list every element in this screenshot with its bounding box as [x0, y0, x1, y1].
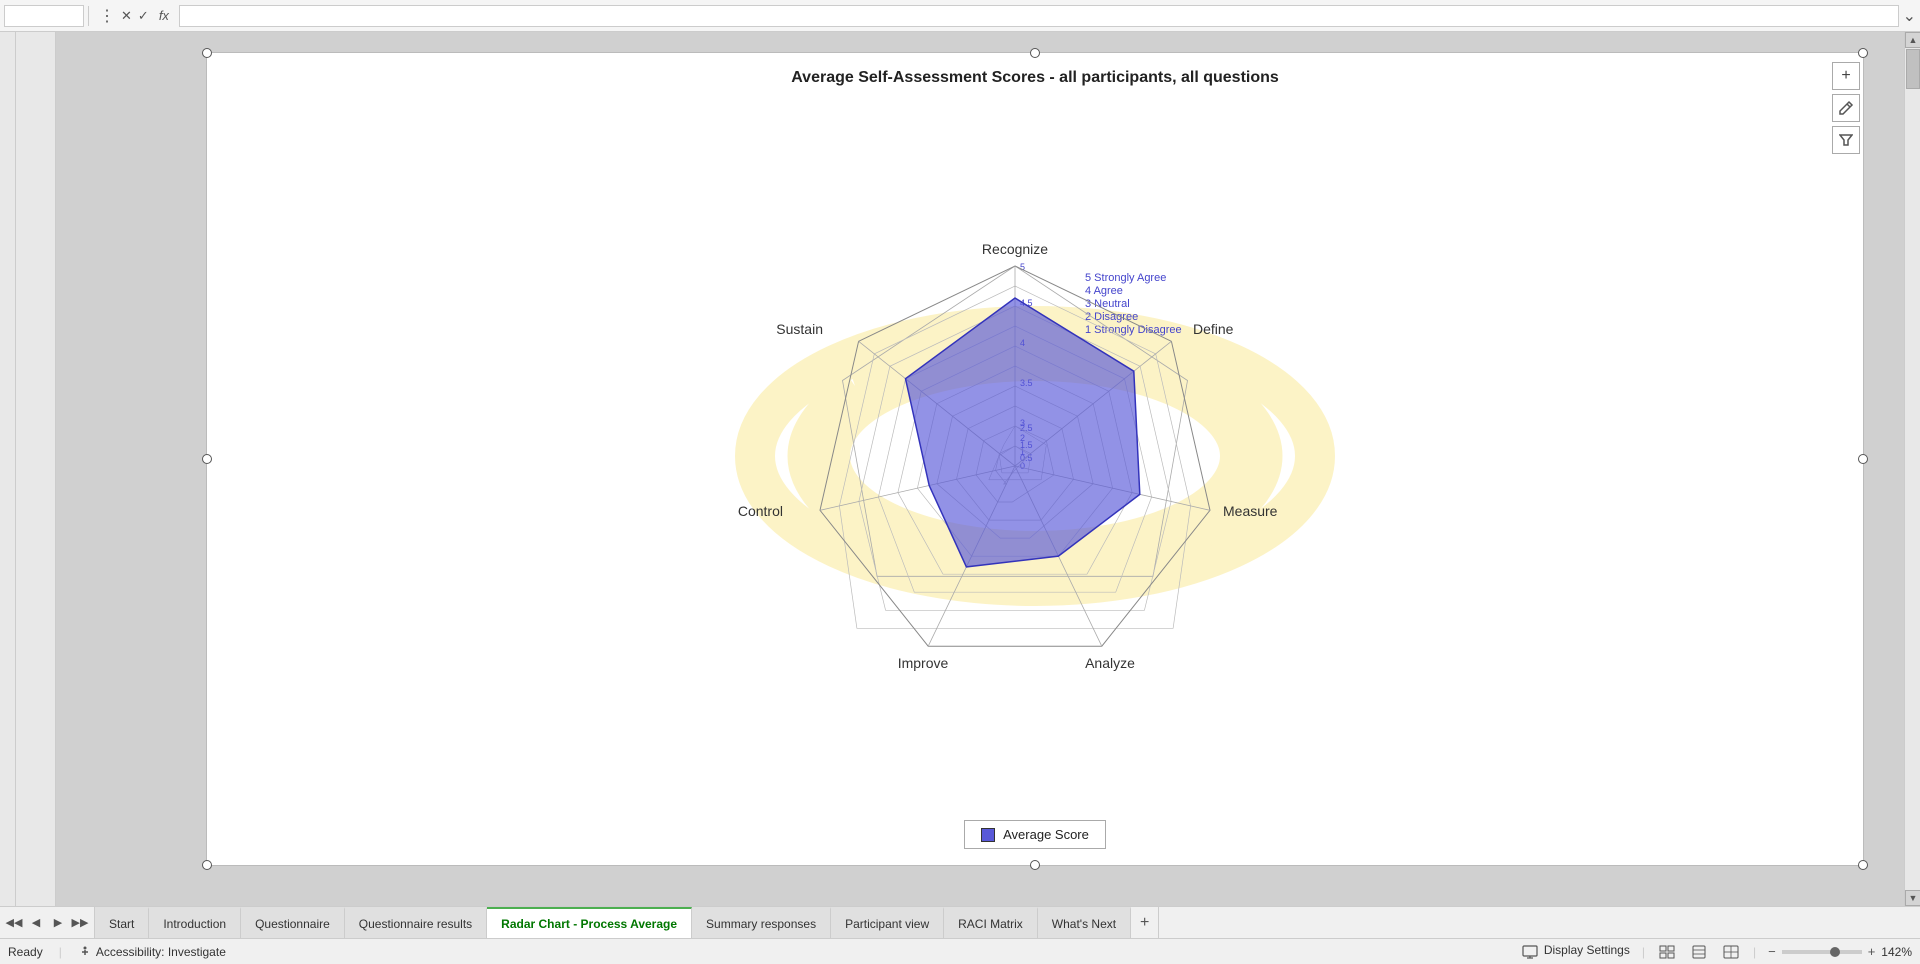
- table-icon: [1723, 945, 1739, 959]
- tab-questionnaire[interactable]: Questionnaire: [241, 907, 345, 938]
- tab-summary-responses[interactable]: Summary responses: [692, 907, 831, 938]
- status-right: Display Settings | |: [1520, 943, 1912, 961]
- tab-questionnaire-results[interactable]: Questionnaire results: [345, 907, 487, 938]
- cancel-formula-button[interactable]: ✕: [121, 8, 132, 24]
- svg-text:Improve: Improve: [898, 655, 949, 671]
- status-ready-label: Ready: [8, 945, 43, 959]
- display-settings-icon[interactable]: [1520, 943, 1540, 961]
- zoom-control[interactable]: − + 142%: [1768, 944, 1912, 959]
- monitor-icon: [1522, 945, 1538, 959]
- cell-reference-input[interactable]: [4, 5, 84, 27]
- svg-text:Analyze: Analyze: [1085, 655, 1135, 671]
- display-settings-label: Display Settings: [1544, 943, 1630, 961]
- zoom-level: 142%: [1881, 945, 1912, 959]
- status-accessibility[interactable]: Accessibility: Investigate: [78, 945, 226, 959]
- svg-text:Control: Control: [738, 503, 783, 519]
- expand-formula-button[interactable]: ⌄: [1903, 6, 1916, 26]
- formula-input[interactable]: [179, 5, 1899, 27]
- svg-text:1 Strongly Disagree: 1 Strongly Disagree: [1085, 324, 1182, 336]
- pen-icon: [1838, 100, 1854, 116]
- page-layout-view-button[interactable]: [1689, 943, 1709, 961]
- zoom-slider[interactable]: [1782, 950, 1862, 954]
- svg-text:Define: Define: [1193, 321, 1234, 337]
- right-scrollbar[interactable]: ▲ ▼: [1904, 32, 1920, 906]
- fx-label: fx: [159, 8, 169, 23]
- page-icon: [1691, 945, 1707, 959]
- scroll-up-button[interactable]: ▲: [1905, 32, 1920, 48]
- sheet-nav-next-end[interactable]: ▶▶: [70, 913, 90, 933]
- view-mode-icons: Display Settings: [1520, 943, 1630, 961]
- chart-inner: Average Self-Assessment Scores - all par…: [207, 53, 1863, 865]
- svg-text:3 Neutral: 3 Neutral: [1085, 298, 1130, 310]
- chart-filter-button[interactable]: [1832, 126, 1860, 154]
- tab-start[interactable]: Start: [95, 907, 149, 938]
- scroll-track: [1905, 48, 1920, 890]
- sheet-tabs-area: ◀◀ ◀ ▶ ▶▶ Start Introduction Questionnai…: [0, 906, 1920, 938]
- svg-text:Recognize: Recognize: [982, 241, 1048, 257]
- svg-text:5 Strongly Agree: 5 Strongly Agree: [1085, 272, 1166, 284]
- zoom-in-button[interactable]: +: [1868, 944, 1876, 959]
- filter-icon: [1839, 133, 1853, 147]
- svg-text:Measure: Measure: [1223, 503, 1278, 519]
- zoom-out-button[interactable]: −: [1768, 944, 1776, 959]
- scroll-down-button[interactable]: ▼: [1905, 890, 1920, 906]
- chart-container[interactable]: Average Self-Assessment Scores - all par…: [206, 52, 1864, 866]
- grid-icon: [1659, 945, 1675, 959]
- tab-introduction[interactable]: Introduction: [149, 907, 241, 938]
- radar-chart-svg: 5 Strongly Agree 4 Agree 3 Neutral 2 Dis…: [695, 176, 1375, 736]
- tab-participant-view[interactable]: Participant view: [831, 907, 944, 938]
- sheet-nav-prev-start[interactable]: ◀◀: [4, 913, 24, 933]
- spreadsheet-area: Average Self-Assessment Scores - all par…: [16, 32, 1904, 906]
- chart-style-button[interactable]: [1832, 94, 1860, 122]
- chart-title: Average Self-Assessment Scores - all par…: [791, 69, 1279, 87]
- sheet-tabs: Start Introduction Questionnaire Questio…: [95, 907, 1131, 938]
- row-numbers: [16, 32, 56, 906]
- accessibility-label: Accessibility: Investigate: [96, 945, 226, 959]
- formula-icons: ⋮ ✕ ✓: [93, 6, 155, 26]
- sheet-nav-buttons: ◀◀ ◀ ▶ ▶▶: [0, 907, 95, 938]
- sheet-nav-next[interactable]: ▶: [48, 913, 68, 933]
- add-sheet-button[interactable]: +: [1131, 907, 1159, 938]
- page-break-view-button[interactable]: [1721, 943, 1741, 961]
- tab-raci-matrix[interactable]: RACI Matrix: [944, 907, 1038, 938]
- zoom-slider-thumb[interactable]: [1830, 947, 1840, 957]
- chart-legend: Average Score: [964, 820, 1106, 849]
- confirm-formula-button[interactable]: ✓: [138, 8, 149, 24]
- main-area: Average Self-Assessment Scores - all par…: [0, 32, 1920, 906]
- legend-color-box: [981, 828, 995, 842]
- more-options-icon[interactable]: ⋮: [99, 6, 115, 26]
- legend-label: Average Score: [1003, 827, 1089, 842]
- tab-radar-chart[interactable]: Radar Chart - Process Average: [487, 907, 692, 938]
- chart-body: 5 Strongly Agree 4 Agree 3 Neutral 2 Dis…: [223, 95, 1847, 816]
- tab-whats-next[interactable]: What's Next: [1038, 907, 1131, 938]
- normal-view-button[interactable]: [1657, 943, 1677, 961]
- status-bar: Ready | Accessibility: Investigate Displ…: [0, 938, 1920, 964]
- sheet-nav-prev[interactable]: ◀: [26, 913, 46, 933]
- chart-action-buttons: +: [1832, 62, 1860, 154]
- left-scrollbar[interactable]: [0, 32, 16, 906]
- svg-text:4 Agree: 4 Agree: [1085, 285, 1123, 297]
- formula-bar-separator: [88, 6, 89, 26]
- chart-add-element-button[interactable]: +: [1832, 62, 1860, 90]
- svg-text:Sustain: Sustain: [776, 321, 823, 337]
- accessibility-icon: [78, 945, 92, 959]
- formula-bar: ⋮ ✕ ✓ fx ⌄: [0, 0, 1920, 32]
- scroll-thumb[interactable]: [1906, 49, 1920, 89]
